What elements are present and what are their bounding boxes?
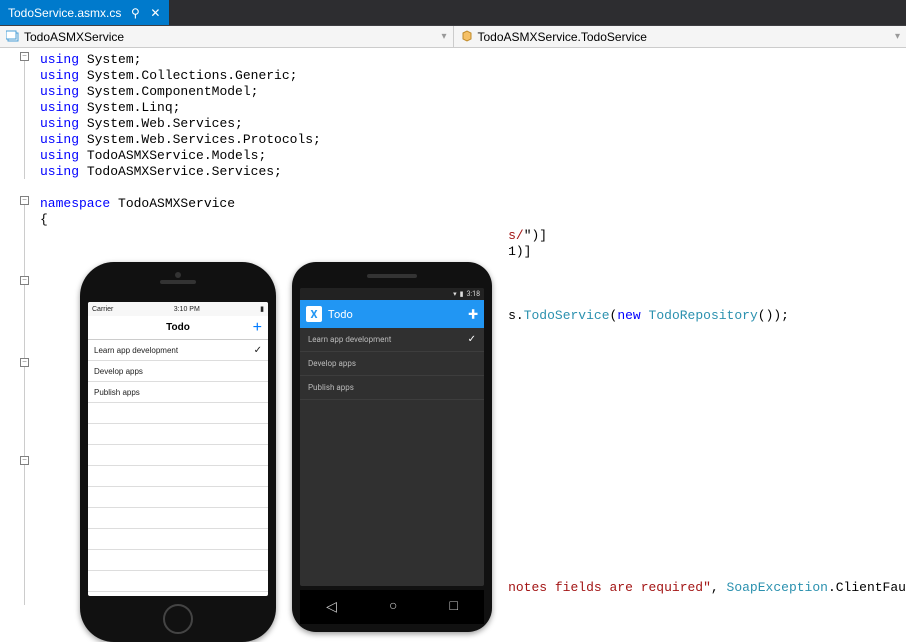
list-item <box>88 550 268 571</box>
android-todo-list: Learn app development✓Develop appsPublis… <box>300 328 484 400</box>
list-item <box>88 487 268 508</box>
android-screen: ▾ ▮ 3:18 X Todo + Learn app development✓… <box>300 288 484 586</box>
outline-toggle[interactable]: − <box>20 52 29 61</box>
home-button[interactable] <box>163 604 193 634</box>
list-item[interactable]: Develop apps <box>88 361 268 382</box>
class-icon <box>460 30 474 44</box>
list-item[interactable]: Develop apps <box>300 352 484 376</box>
chevron-down-icon: ▾ <box>895 31 900 42</box>
ios-title: Todo <box>166 322 190 333</box>
pin-icon[interactable]: ⚲ <box>129 6 141 20</box>
list-item[interactable]: Learn app development✓ <box>300 328 484 352</box>
ios-status-bar: Carrier 3:10 PM ▮ <box>88 302 268 316</box>
android-back[interactable]: ◁ <box>326 599 337 616</box>
check-icon: ✓ <box>468 334 476 345</box>
outline-guide <box>24 205 25 605</box>
battery-icon: ▮ <box>460 290 464 298</box>
list-item[interactable]: Learn app development✓ <box>88 340 268 361</box>
list-item <box>88 403 268 424</box>
check-icon: ✓ <box>254 345 262 356</box>
scope-dropdown[interactable]: TodoASMXService ▾ <box>0 26 454 47</box>
scope-name: TodoASMXService <box>24 30 124 44</box>
list-item <box>88 424 268 445</box>
outline-guide <box>24 61 25 179</box>
battery-icon: ▮ <box>260 305 264 313</box>
ios-todo-list: Learn app development✓Develop appsPublis… <box>88 340 268 592</box>
chevron-down-icon: ▾ <box>441 31 446 42</box>
iphone-mock: Carrier 3:10 PM ▮ Todo + Learn app devel… <box>80 262 276 642</box>
outline-toggle[interactable]: − <box>20 358 29 367</box>
list-item <box>88 571 268 592</box>
navigation-bar: TodoASMXService ▾ TodoASMXService.TodoSe… <box>0 26 906 48</box>
android-status-bar: ▾ ▮ 3:18 <box>300 288 484 300</box>
ios-nav-bar: Todo + <box>88 316 268 340</box>
android-add-button[interactable]: + <box>468 304 478 325</box>
ios-time: 3:10 PM <box>174 306 200 313</box>
outline-toggle[interactable]: − <box>20 196 29 205</box>
wifi-icon: ▾ <box>453 290 457 298</box>
android-title: Todo <box>328 308 353 321</box>
outline-gutter: − − − − − <box>0 48 36 614</box>
list-item <box>88 445 268 466</box>
outline-toggle[interactable]: − <box>20 276 29 285</box>
document-tab-bar: TodoService.asmx.cs ⚲ ✕ <box>0 0 906 26</box>
type-name: TodoASMXService.TodoService <box>478 30 647 44</box>
android-time: 3:18 <box>467 290 481 298</box>
list-item <box>88 466 268 487</box>
android-mock: ▾ ▮ 3:18 X Todo + Learn app development✓… <box>292 262 492 632</box>
list-item <box>88 508 268 529</box>
android-action-bar: X Todo + <box>300 300 484 328</box>
ios-add-button[interactable]: + <box>253 319 262 337</box>
outline-toggle[interactable]: − <box>20 456 29 465</box>
code-editor[interactable]: − − − − − using System; using System.Col… <box>0 48 906 614</box>
tab-filename: TodoService.asmx.cs <box>8 6 121 20</box>
list-item <box>88 529 268 550</box>
list-item[interactable]: Publish apps <box>88 382 268 403</box>
xamarin-logo-icon: X <box>306 306 322 322</box>
close-icon[interactable]: ✕ <box>149 6 161 20</box>
android-home[interactable]: ○ <box>389 599 397 615</box>
android-recent[interactable]: □ <box>450 599 458 615</box>
iphone-screen: Carrier 3:10 PM ▮ Todo + Learn app devel… <box>88 302 268 596</box>
android-nav-bar: ◁ ○ □ <box>300 590 484 624</box>
active-tab[interactable]: TodoService.asmx.cs ⚲ ✕ <box>0 0 169 25</box>
namespace-icon <box>6 30 20 44</box>
type-dropdown[interactable]: TodoASMXService.TodoService ▾ <box>454 26 906 47</box>
list-item[interactable]: Publish apps <box>300 376 484 400</box>
ios-carrier: Carrier <box>92 306 113 313</box>
